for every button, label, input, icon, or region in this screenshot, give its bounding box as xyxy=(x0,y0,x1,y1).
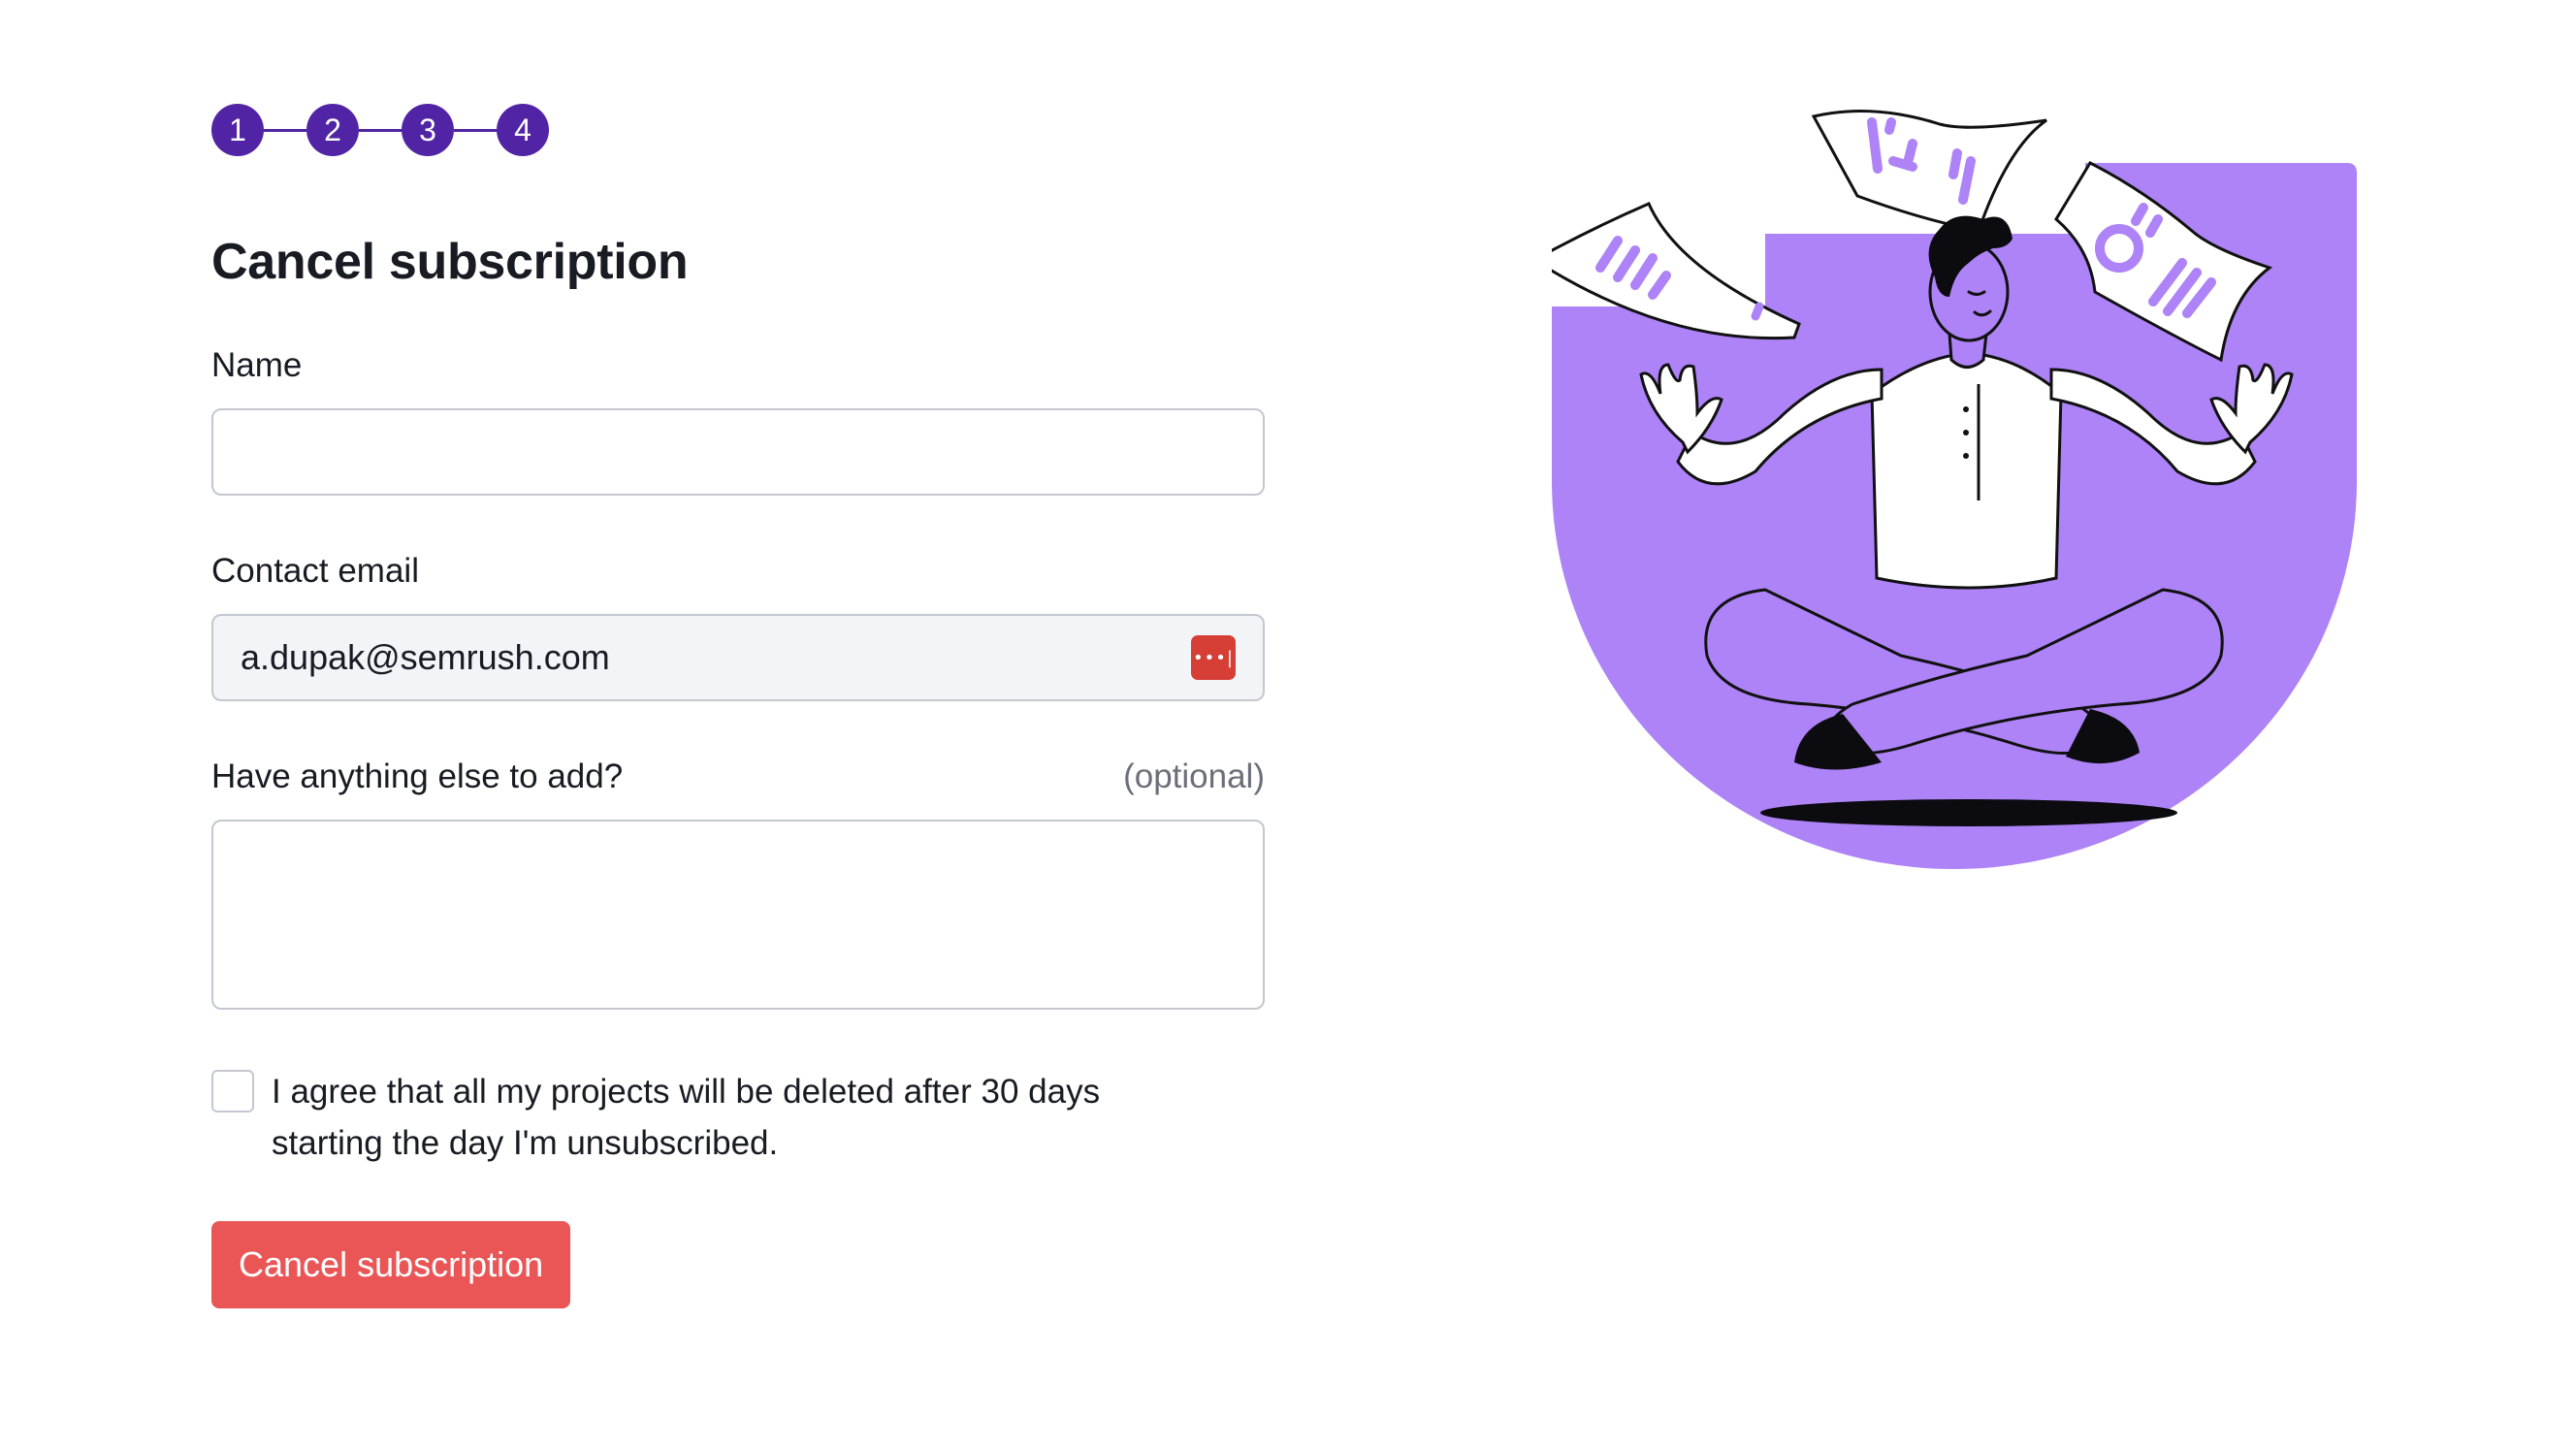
torso-icon xyxy=(1870,351,2063,590)
agreement-label[interactable]: I agree that all my projects will be del… xyxy=(272,1066,1203,1169)
email-value: a.dupak@semrush.com xyxy=(241,637,610,678)
email-label-row: Contact email xyxy=(211,552,1265,591)
stepper: 1 2 3 4 xyxy=(211,103,1265,157)
name-label-row: Name xyxy=(211,346,1265,385)
step-2: 2 xyxy=(306,104,359,156)
password-manager-icon[interactable]: •••| xyxy=(1191,635,1236,681)
email-input[interactable]: a.dupak@semrush.com •••| xyxy=(211,614,1265,702)
email-label: Contact email xyxy=(211,552,419,591)
floor-shadow-icon xyxy=(1760,799,2177,826)
step-connector xyxy=(264,128,306,132)
document-icon-top xyxy=(1811,110,2047,233)
step-4: 4 xyxy=(497,104,549,156)
cancel-subscription-page: 1 2 3 4 Cancel subscription Name Contact… xyxy=(0,0,2576,1451)
name-input[interactable] xyxy=(211,408,1265,497)
optional-hint: (optional) xyxy=(1123,758,1265,796)
page-title: Cancel subscription xyxy=(211,234,689,290)
agreement-checkbox[interactable] xyxy=(211,1070,254,1113)
comment-label-row: Have anything else to add? (optional) xyxy=(211,758,1265,796)
step-connector xyxy=(454,128,497,132)
step-connector xyxy=(359,128,402,132)
comment-textarea[interactable] xyxy=(211,820,1265,1011)
cancel-form: 1 2 3 4 Cancel subscription Name Contact… xyxy=(211,103,1265,1309)
step-3: 3 xyxy=(402,104,454,156)
meditating-person-illustration xyxy=(1552,110,2357,869)
comment-label: Have anything else to add? xyxy=(211,758,624,796)
step-1: 1 xyxy=(211,104,264,156)
agreement-row: I agree that all my projects will be del… xyxy=(211,1070,1265,1169)
name-label: Name xyxy=(211,346,303,385)
cancel-subscription-button[interactable]: Cancel subscription xyxy=(211,1221,571,1309)
